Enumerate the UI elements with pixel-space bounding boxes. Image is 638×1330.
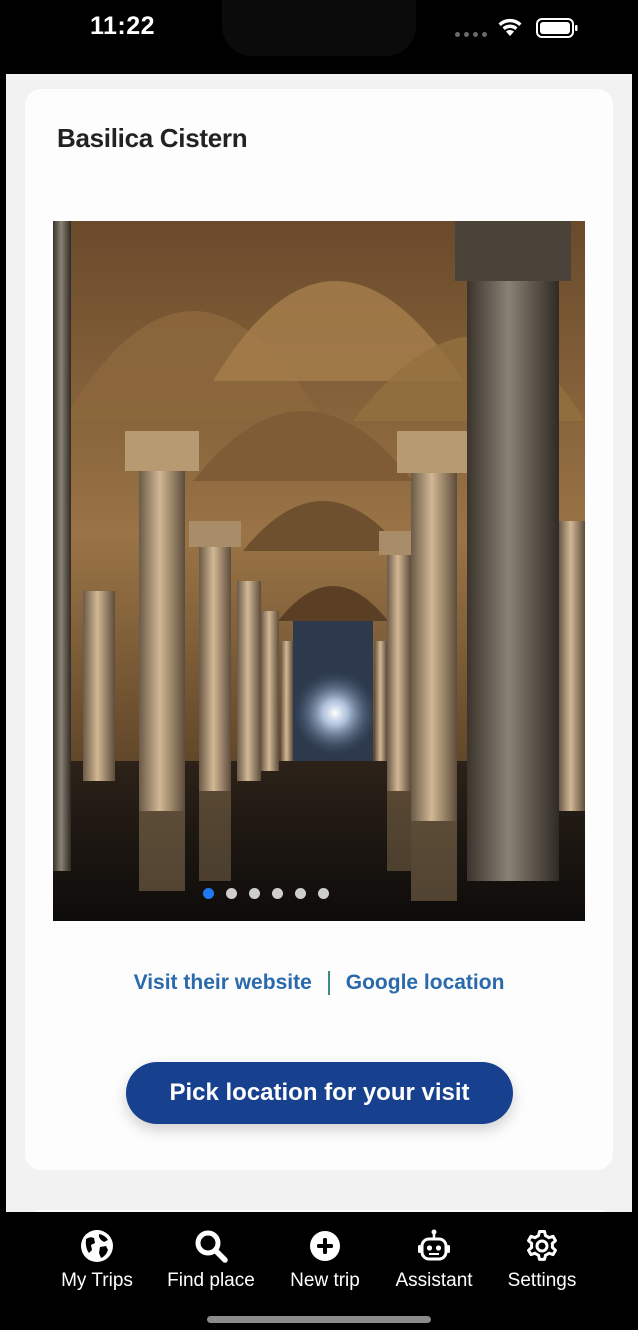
gear-icon — [527, 1230, 557, 1261]
link-divider — [327, 971, 330, 995]
bottom-tab-bar: My Trips Find place New trip Assistant S… — [0, 1212, 638, 1330]
carousel-dot[interactable] — [226, 888, 237, 899]
tab-label: Assistant — [395, 1270, 473, 1291]
tab-label: My Trips — [61, 1270, 133, 1291]
tab-settings[interactable]: Settings — [504, 1228, 580, 1292]
tab-assistant[interactable]: Assistant — [392, 1228, 476, 1292]
photo-carousel[interactable] — [53, 221, 585, 921]
home-indicator[interactable] — [207, 1316, 431, 1323]
dynamic-island — [222, 0, 416, 56]
cellular-signal-icon — [455, 32, 487, 37]
place-card: Basilica Cistern Visit their website Goo… — [25, 89, 613, 1170]
carousel-dot[interactable] — [272, 888, 283, 899]
google-location-link[interactable]: Google location — [346, 971, 505, 995]
carousel-dot[interactable] — [203, 888, 214, 899]
robot-icon — [418, 1229, 450, 1261]
tab-label: Settings — [507, 1270, 577, 1291]
pick-location-button[interactable]: Pick location for your visit — [126, 1062, 513, 1124]
place-detail-screen[interactable]: Basilica Cistern Visit their website Goo… — [6, 74, 632, 1212]
battery-icon — [536, 18, 578, 38]
search-icon — [195, 1230, 228, 1263]
place-photo — [53, 221, 585, 921]
place-links: Visit their website Google location — [25, 971, 613, 995]
website-link[interactable]: Visit their website — [134, 971, 312, 995]
tab-new-trip[interactable]: New trip — [286, 1228, 364, 1292]
phone-screen: 11:22 Basilica Cistern Visit their websi… — [0, 0, 638, 1330]
tab-label: Find place — [167, 1270, 255, 1291]
carousel-dot[interactable] — [249, 888, 260, 899]
wifi-icon — [498, 18, 522, 36]
status-bar: 11:22 — [0, 0, 638, 74]
tab-my-trips[interactable]: My Trips — [58, 1228, 136, 1292]
carousel-dot[interactable] — [318, 888, 329, 899]
status-time: 11:22 — [90, 12, 156, 40]
globe-icon — [81, 1230, 113, 1262]
tab-find-place[interactable]: Find place — [164, 1228, 258, 1292]
carousel-dot[interactable] — [295, 888, 306, 899]
place-title: Basilica Cistern — [57, 123, 248, 153]
carousel-page-indicator[interactable] — [53, 888, 532, 899]
plus-circle-icon — [310, 1231, 340, 1261]
tab-label: New trip — [290, 1270, 360, 1291]
